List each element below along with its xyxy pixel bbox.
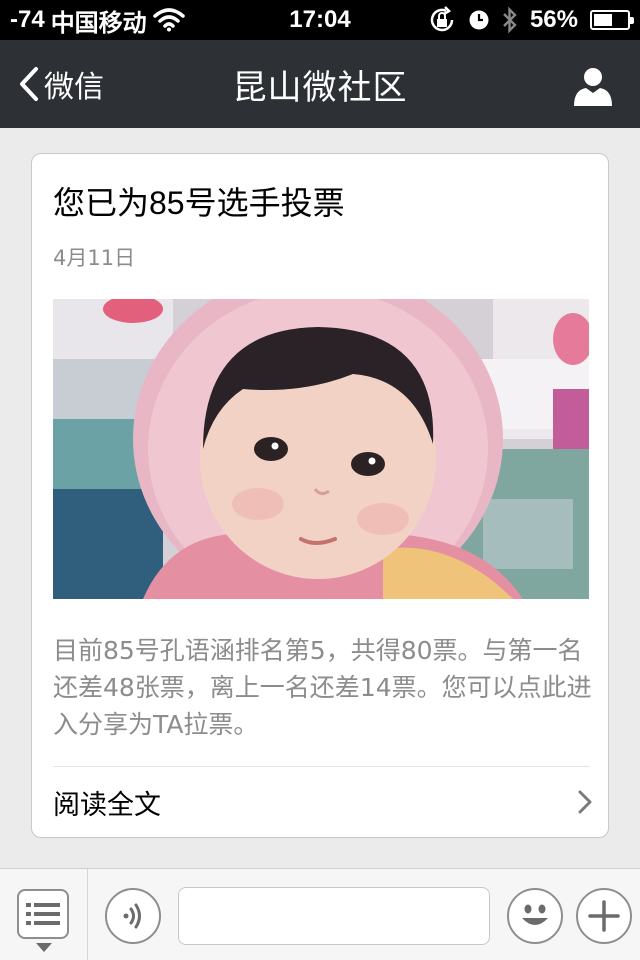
chevron-left-icon — [20, 67, 38, 101]
back-button[interactable]: 微信 — [18, 40, 104, 128]
wechat-screen: -74 中国移动 17:04 56% 微信 昆山微社区 您已为85号选手投票 4… — [0, 0, 640, 960]
caret-down-icon — [36, 943, 52, 952]
carrier-name: 中国移动 — [50, 9, 147, 37]
more-options-button[interactable] — [576, 888, 632, 944]
emoji-button[interactable] — [507, 888, 563, 944]
plus-icon — [588, 900, 620, 932]
menu-toggle-button[interactable] — [17, 889, 69, 939]
voice-icon — [123, 903, 141, 929]
back-label: 微信 — [44, 70, 104, 105]
bottom-toolbar — [0, 868, 640, 960]
battery-icon — [590, 10, 634, 30]
child-photo — [53, 299, 589, 599]
read-more-label: 阅读全文 — [53, 789, 161, 821]
article-description: 目前85号孔语涵排名第5，共得80票。与第一名还差48张票，离上一名还差14票。… — [53, 636, 592, 739]
signal-strength: -74 — [10, 6, 45, 33]
nav-bar: 微信 昆山微社区 — [0, 40, 640, 128]
status-right: 56% — [428, 6, 634, 34]
voice-button[interactable] — [105, 888, 161, 944]
page-title: 昆山微社区 — [232, 67, 408, 108]
article-title: 您已为85号选手投票 — [53, 185, 345, 221]
status-left: -74 中国移动 — [10, 3, 270, 38]
article-cover-photo[interactable] — [53, 299, 589, 599]
read-more-link[interactable]: 阅读全文 — [53, 767, 592, 837]
chevron-right-icon — [578, 790, 592, 814]
status-bar: -74 中国移动 17:04 56% — [0, 0, 640, 40]
rotation-lock-icon — [430, 6, 454, 32]
message-input[interactable] — [178, 887, 490, 945]
smiley-icon — [522, 904, 548, 925]
bluetooth-icon — [503, 6, 517, 34]
article-date: 4月11日 — [53, 246, 136, 270]
list-icon — [26, 903, 60, 925]
wifi-icon — [152, 8, 185, 32]
battery-level — [594, 14, 612, 26]
alarm-clock-icon — [469, 10, 489, 30]
article-card[interactable]: 您已为85号选手投票 4月11日 目前85号孔语涵排名第5，共得80票。与第一名… — [31, 153, 609, 838]
battery-percent: 56% — [529, 6, 578, 33]
profile-icon[interactable] — [572, 66, 614, 106]
toolbar-divider — [87, 869, 88, 960]
